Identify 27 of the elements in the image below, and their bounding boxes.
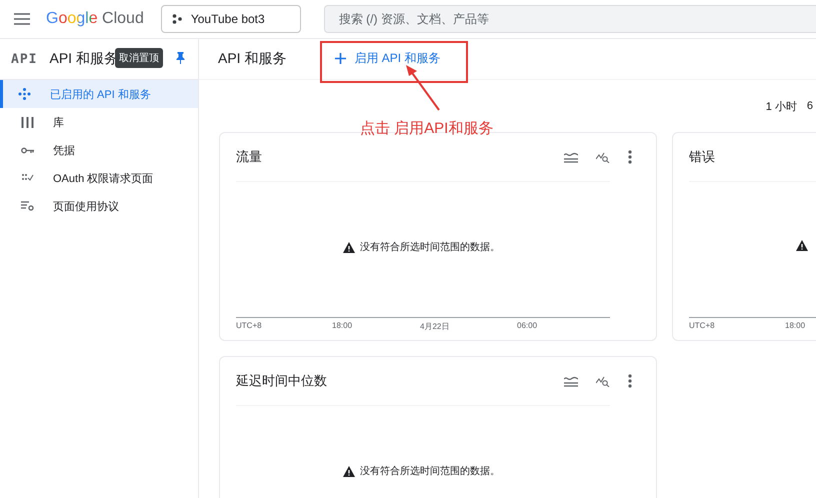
no-data-message: 没有符合所选时间范围的数据。 [360,464,500,478]
axis-label: 06:00 [517,321,538,330]
enable-api-button[interactable]: 启用 API 和服务 [335,50,440,67]
no-data-message: 没有符合所选时间范围的数据。 [360,240,500,254]
nav-item[interactable]: 凭据 [0,136,198,164]
card-title: 流量 [236,148,263,166]
search-field[interactable]: 搜索 (/) 资源、文档、产品等 [324,5,816,33]
axis-label: UTC+8 [236,321,262,330]
nav-item[interactable]: 已启用的 API 和服务 [0,80,198,108]
tooltip: 取消置顶 [115,48,163,68]
annotation-text: 点击 启用API和服务 [360,119,494,138]
card-title: 延迟时间中位数 [236,372,328,390]
time-range-option[interactable]: 6 [806,100,813,112]
axis-label: 18:00 [785,321,806,330]
api-logo: API [11,52,38,66]
card-title: 错误 [689,148,716,166]
time-range-option[interactable]: 1 小时 [766,98,797,114]
axis-label: 4月22日 [420,321,450,332]
axis-label: 18:00 [332,321,352,330]
page-title: API 和服务 [218,50,286,68]
nav-item[interactable]: 库 [0,108,198,136]
logo[interactable]: Google Cloud [46,10,144,28]
project-picker[interactable]: YouTube bot3 [160,5,301,33]
axis-label: UTC+8 [689,321,715,330]
nav-item[interactable]: OAuth 权限请求页面 [0,164,198,192]
product-title: API 和服务 [49,50,118,68]
nav-item[interactable]: 页面使用协议 [0,192,198,220]
